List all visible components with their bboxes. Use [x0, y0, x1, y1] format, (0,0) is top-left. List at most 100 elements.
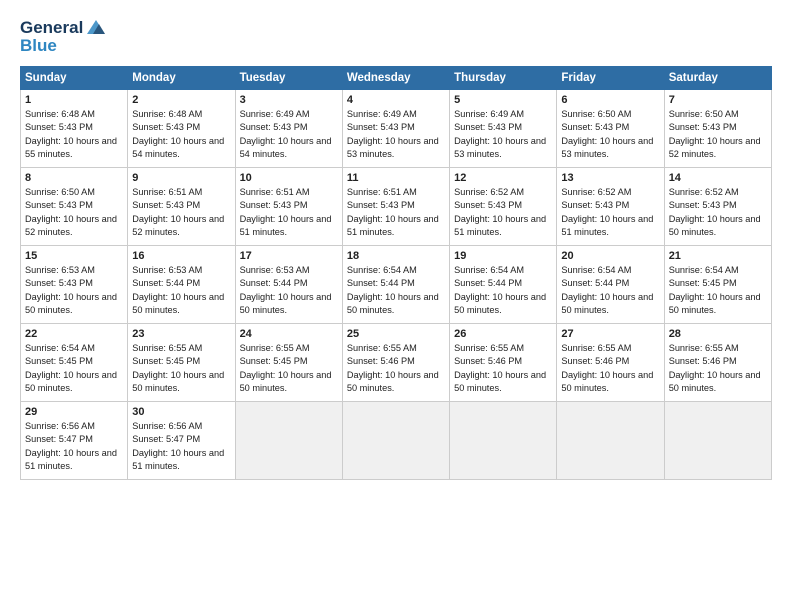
calendar-table: SundayMondayTuesdayWednesdayThursdayFrid…: [20, 66, 772, 480]
col-header-monday: Monday: [128, 67, 235, 90]
day-number: 3: [240, 94, 338, 106]
day-info: Sunrise: 6:50 AMSunset: 5:43 PMDaylight:…: [669, 108, 767, 161]
col-header-thursday: Thursday: [450, 67, 557, 90]
calendar-cell: 28 Sunrise: 6:55 AMSunset: 5:46 PMDayligh…: [664, 324, 771, 402]
col-header-friday: Friday: [557, 67, 664, 90]
calendar-cell: 14 Sunrise: 6:52 AMSunset: 5:43 PMDayligh…: [664, 168, 771, 246]
calendar-cell: 30Sunrise: 6:56 AMSunset: 5:47 PMDayligh…: [128, 402, 235, 480]
calendar-cell: 27 Sunrise: 6:55 AMSunset: 5:46 PMDayligh…: [557, 324, 664, 402]
calendar-cell: [557, 402, 664, 480]
day-number: 14: [669, 172, 767, 184]
day-info: Sunrise: 6:55 AMSunset: 5:46 PMDaylight:…: [347, 342, 445, 395]
calendar-cell: 23 Sunrise: 6:55 AMSunset: 5:45 PMDayligh…: [128, 324, 235, 402]
day-number: 25: [347, 328, 445, 340]
calendar-week-row: 29Sunrise: 6:56 AMSunset: 5:47 PMDayligh…: [21, 402, 772, 480]
calendar-cell: 20 Sunrise: 6:54 AMSunset: 5:44 PMDayligh…: [557, 246, 664, 324]
calendar-cell: [664, 402, 771, 480]
day-number: 7: [669, 94, 767, 106]
calendar-cell: 3 Sunrise: 6:49 AMSunset: 5:43 PMDaylight…: [235, 90, 342, 168]
logo: General Blue: [20, 18, 107, 56]
calendar-cell: 13 Sunrise: 6:52 AMSunset: 5:43 PMDayligh…: [557, 168, 664, 246]
day-number: 13: [561, 172, 659, 184]
day-number: 16: [132, 250, 230, 262]
col-header-wednesday: Wednesday: [342, 67, 449, 90]
day-info: Sunrise: 6:55 AMSunset: 5:46 PMDaylight:…: [454, 342, 552, 395]
day-info: Sunrise: 6:54 AMSunset: 5:44 PMDaylight:…: [561, 264, 659, 317]
day-info: Sunrise: 6:51 AMSunset: 5:43 PMDaylight:…: [240, 186, 338, 239]
day-info: Sunrise: 6:49 AMSunset: 5:43 PMDaylight:…: [454, 108, 552, 161]
day-number: 12: [454, 172, 552, 184]
day-number: 26: [454, 328, 552, 340]
day-number: 10: [240, 172, 338, 184]
calendar-cell: 8Sunrise: 6:50 AMSunset: 5:43 PMDaylight…: [21, 168, 128, 246]
calendar-cell: 24 Sunrise: 6:55 AMSunset: 5:45 PMDayligh…: [235, 324, 342, 402]
calendar-page: General Blue SundayMondayTuesdayWednesda…: [0, 0, 792, 612]
calendar-cell: 22Sunrise: 6:54 AMSunset: 5:45 PMDayligh…: [21, 324, 128, 402]
day-info: Sunrise: 6:53 AMSunset: 5:44 PMDaylight:…: [240, 264, 338, 317]
day-info: Sunrise: 6:52 AMSunset: 5:43 PMDaylight:…: [669, 186, 767, 239]
calendar-week-row: 15 Sunrise: 6:53 AMSunset: 5:43 PMDayligh…: [21, 246, 772, 324]
day-info: Sunrise: 6:52 AMSunset: 5:43 PMDaylight:…: [561, 186, 659, 239]
calendar-header-row: SundayMondayTuesdayWednesdayThursdayFrid…: [21, 67, 772, 90]
day-number: 15: [25, 250, 123, 262]
day-number: 17: [240, 250, 338, 262]
logo-general: General: [20, 18, 83, 38]
day-number: 27: [561, 328, 659, 340]
day-info: Sunrise: 6:51 AMSunset: 5:43 PMDaylight:…: [347, 186, 445, 239]
day-number: 11: [347, 172, 445, 184]
day-number: 19: [454, 250, 552, 262]
day-info: Sunrise: 6:55 AMSunset: 5:46 PMDaylight:…: [561, 342, 659, 395]
calendar-cell: 19 Sunrise: 6:54 AMSunset: 5:44 PMDayligh…: [450, 246, 557, 324]
header: General Blue: [20, 18, 772, 56]
day-number: 1: [25, 94, 123, 106]
calendar-cell: 7 Sunrise: 6:50 AMSunset: 5:43 PMDaylight…: [664, 90, 771, 168]
calendar-cell: 4Sunrise: 6:49 AMSunset: 5:43 PMDaylight…: [342, 90, 449, 168]
calendar-cell: 26 Sunrise: 6:55 AMSunset: 5:46 PMDayligh…: [450, 324, 557, 402]
day-info: Sunrise: 6:49 AMSunset: 5:43 PMDaylight:…: [240, 108, 338, 161]
day-info: Sunrise: 6:53 AMSunset: 5:43 PMDaylight:…: [25, 264, 123, 317]
day-info: Sunrise: 6:48 AMSunset: 5:43 PMDaylight:…: [25, 108, 123, 161]
day-number: 24: [240, 328, 338, 340]
day-number: 4: [347, 94, 445, 106]
day-info: Sunrise: 6:54 AMSunset: 5:44 PMDaylight:…: [454, 264, 552, 317]
day-info: Sunrise: 6:54 AMSunset: 5:45 PMDaylight:…: [25, 342, 123, 395]
day-number: 28: [669, 328, 767, 340]
col-header-tuesday: Tuesday: [235, 67, 342, 90]
logo-blue: Blue: [20, 36, 107, 56]
calendar-cell: [342, 402, 449, 480]
day-number: 6: [561, 94, 659, 106]
calendar-cell: 1 Sunrise: 6:48 AMSunset: 5:43 PMDaylight…: [21, 90, 128, 168]
day-info: Sunrise: 6:55 AMSunset: 5:46 PMDaylight:…: [669, 342, 767, 395]
calendar-cell: 16Sunrise: 6:53 AMSunset: 5:44 PMDayligh…: [128, 246, 235, 324]
calendar-cell: 15 Sunrise: 6:53 AMSunset: 5:43 PMDayligh…: [21, 246, 128, 324]
day-number: 5: [454, 94, 552, 106]
day-info: Sunrise: 6:54 AMSunset: 5:44 PMDaylight:…: [347, 264, 445, 317]
calendar-cell: 29Sunrise: 6:56 AMSunset: 5:47 PMDayligh…: [21, 402, 128, 480]
calendar-cell: 25 Sunrise: 6:55 AMSunset: 5:46 PMDayligh…: [342, 324, 449, 402]
day-number: 23: [132, 328, 230, 340]
day-info: Sunrise: 6:50 AMSunset: 5:43 PMDaylight:…: [561, 108, 659, 161]
calendar-week-row: 8Sunrise: 6:50 AMSunset: 5:43 PMDaylight…: [21, 168, 772, 246]
day-info: Sunrise: 6:56 AMSunset: 5:47 PMDaylight:…: [25, 420, 123, 473]
day-info: Sunrise: 6:55 AMSunset: 5:45 PMDaylight:…: [240, 342, 338, 395]
day-number: 20: [561, 250, 659, 262]
col-header-saturday: Saturday: [664, 67, 771, 90]
calendar-cell: 6 Sunrise: 6:50 AMSunset: 5:43 PMDaylight…: [557, 90, 664, 168]
calendar-cell: [235, 402, 342, 480]
calendar-cell: 18Sunrise: 6:54 AMSunset: 5:44 PMDayligh…: [342, 246, 449, 324]
calendar-cell: 2Sunrise: 6:48 AMSunset: 5:43 PMDaylight…: [128, 90, 235, 168]
day-info: Sunrise: 6:55 AMSunset: 5:45 PMDaylight:…: [132, 342, 230, 395]
day-number: 9: [132, 172, 230, 184]
calendar-week-row: 22Sunrise: 6:54 AMSunset: 5:45 PMDayligh…: [21, 324, 772, 402]
calendar-cell: 17 Sunrise: 6:53 AMSunset: 5:44 PMDayligh…: [235, 246, 342, 324]
calendar-week-row: 1 Sunrise: 6:48 AMSunset: 5:43 PMDaylight…: [21, 90, 772, 168]
calendar-cell: 21Sunrise: 6:54 AMSunset: 5:45 PMDayligh…: [664, 246, 771, 324]
day-info: Sunrise: 6:52 AMSunset: 5:43 PMDaylight:…: [454, 186, 552, 239]
day-info: Sunrise: 6:56 AMSunset: 5:47 PMDaylight:…: [132, 420, 230, 473]
calendar-cell: 10 Sunrise: 6:51 AMSunset: 5:43 PMDayligh…: [235, 168, 342, 246]
day-info: Sunrise: 6:48 AMSunset: 5:43 PMDaylight:…: [132, 108, 230, 161]
day-info: Sunrise: 6:51 AMSunset: 5:43 PMDaylight:…: [132, 186, 230, 239]
calendar-cell: 5 Sunrise: 6:49 AMSunset: 5:43 PMDaylight…: [450, 90, 557, 168]
col-header-sunday: Sunday: [21, 67, 128, 90]
day-info: Sunrise: 6:54 AMSunset: 5:45 PMDaylight:…: [669, 264, 767, 317]
